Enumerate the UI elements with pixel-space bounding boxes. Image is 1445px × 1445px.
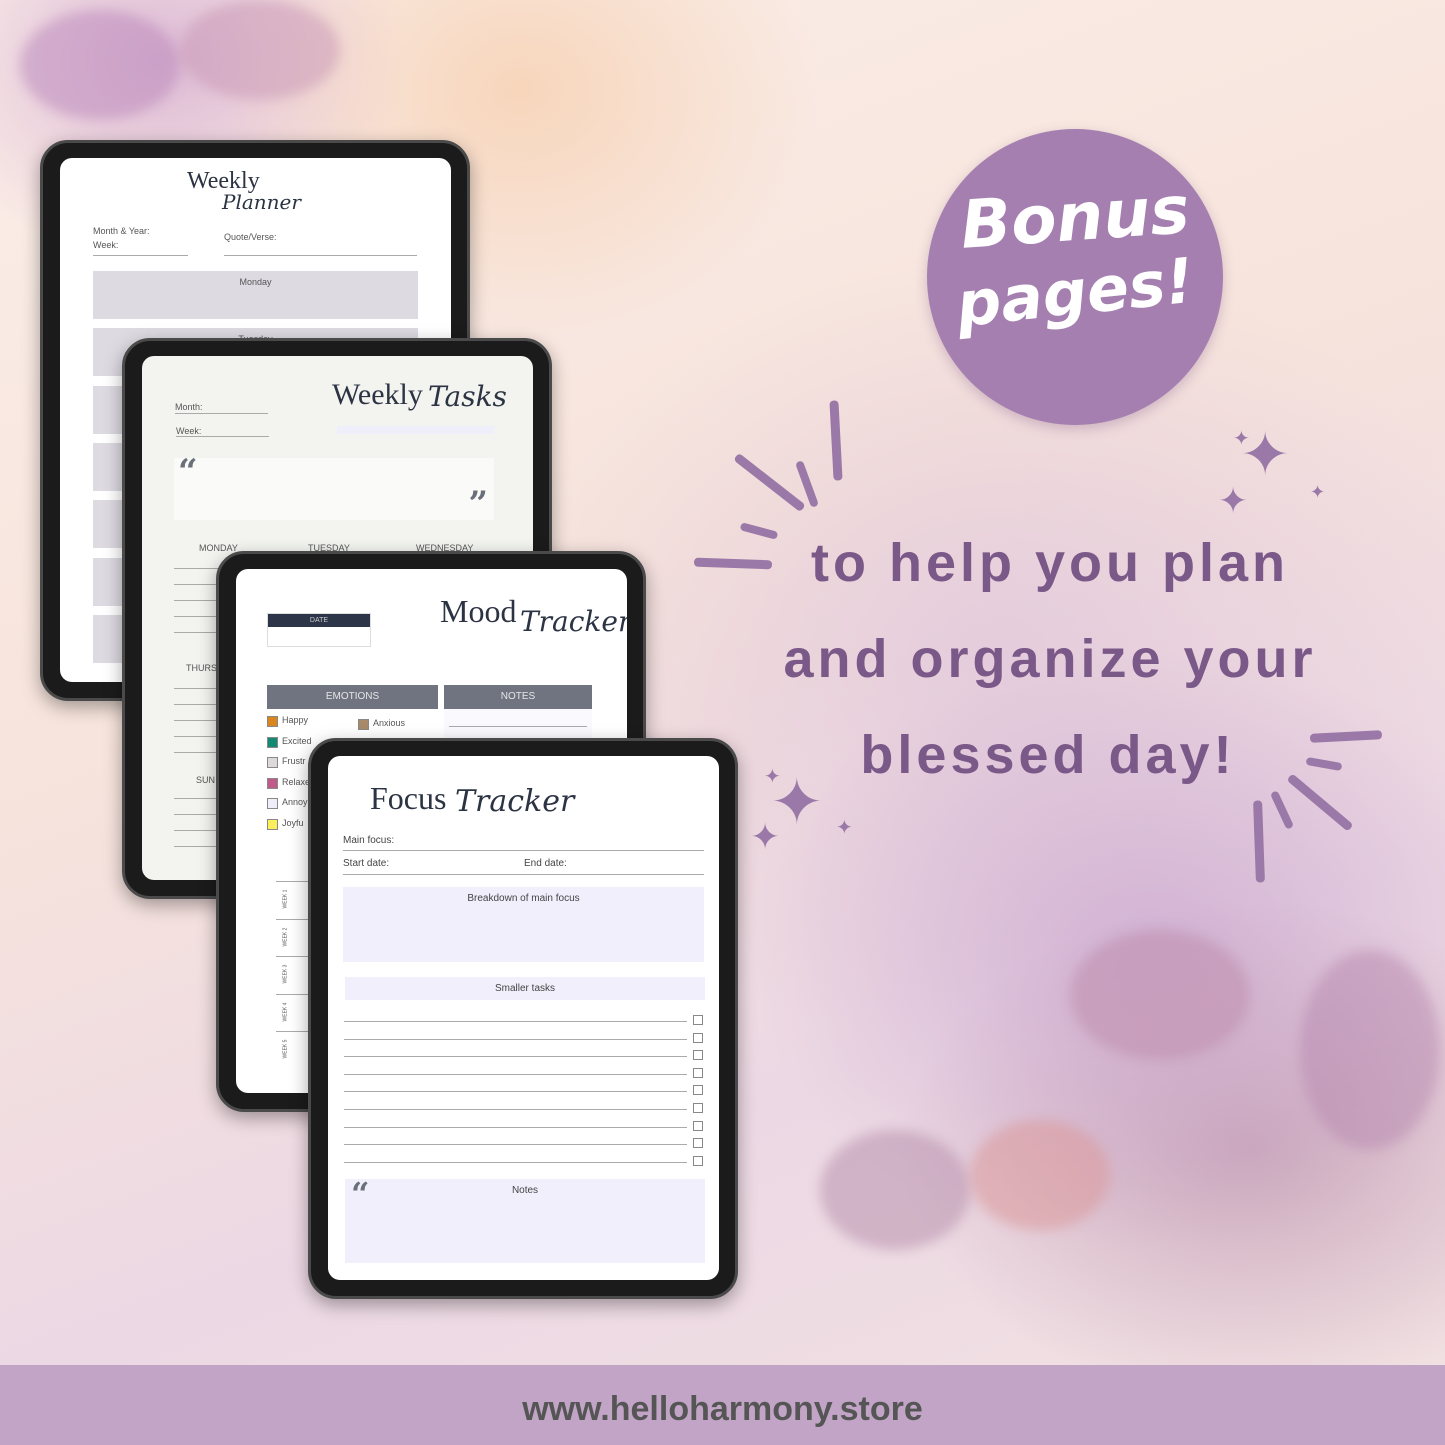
quote-label: Quote/Verse: bbox=[224, 232, 277, 242]
task-checkbox[interactable] bbox=[693, 1015, 703, 1025]
tablet-focus-tracker: Focus Tracker Main focus: Start date: En… bbox=[308, 738, 738, 1299]
week-label: WEEK 3 bbox=[282, 964, 289, 984]
open-quote-icon: “ bbox=[178, 452, 198, 492]
sparkle-icon: ✦ bbox=[836, 817, 853, 839]
emotion-label: Frustr bbox=[282, 756, 306, 766]
quote-icon: “ bbox=[351, 1175, 370, 1213]
notes-header: NOTES bbox=[444, 685, 592, 709]
task-checkbox[interactable] bbox=[693, 1050, 703, 1061]
flower-decoration bbox=[1300, 950, 1440, 1150]
emotion-label: Relaxe bbox=[282, 776, 311, 787]
emotion-label: Anxious bbox=[373, 718, 406, 728]
color-swatch bbox=[267, 818, 278, 830]
color-swatch bbox=[267, 736, 278, 748]
week-label: WEEK 4 bbox=[282, 1002, 289, 1021]
flower-decoration bbox=[20, 10, 180, 120]
title: Weekly bbox=[332, 378, 423, 411]
title-script: Tracker bbox=[520, 605, 627, 638]
headline-line-2: and organize your bbox=[783, 629, 1317, 689]
flower-decoration bbox=[970, 1120, 1110, 1230]
emotion-label: Excited bbox=[282, 735, 312, 746]
task-checkbox[interactable] bbox=[693, 1085, 703, 1096]
day-thursday: THURS bbox=[186, 663, 217, 673]
title-script: Tasks bbox=[428, 380, 507, 413]
color-swatch bbox=[267, 757, 278, 768]
color-swatch bbox=[267, 798, 278, 809]
main-focus-label: Main focus: bbox=[343, 835, 395, 846]
month-year-label: Month & Year: bbox=[93, 226, 150, 236]
date-box[interactable]: DATE bbox=[267, 613, 371, 647]
quote-box[interactable]: “ ” bbox=[174, 452, 494, 524]
color-swatch bbox=[267, 716, 278, 727]
title-script: Tracker bbox=[455, 784, 575, 819]
task-checkbox[interactable] bbox=[693, 1138, 703, 1149]
title: Focus bbox=[370, 780, 447, 816]
task-checkbox[interactable] bbox=[693, 1032, 703, 1043]
headline-line-3: blessed day! bbox=[860, 725, 1236, 785]
bonus-badge: Bonus pages! bbox=[927, 129, 1223, 425]
notes-label: Notes bbox=[511, 1185, 539, 1196]
color-swatch bbox=[267, 777, 278, 789]
end-date-label: End date: bbox=[524, 858, 567, 869]
month-label: Month: bbox=[175, 402, 203, 412]
week-label: Week: bbox=[176, 426, 202, 436]
start-date-label: Start date: bbox=[343, 858, 390, 869]
breakdown-box[interactable]: Breakdown of main focus bbox=[343, 887, 704, 962]
footer-band: www.helloharmony.store bbox=[0, 1365, 1445, 1445]
week-label: WEEK 2 bbox=[282, 927, 289, 946]
title-script: Planner bbox=[222, 190, 301, 214]
task-checkbox[interactable] bbox=[693, 1120, 703, 1131]
flower-decoration bbox=[820, 1130, 970, 1250]
flower-decoration bbox=[180, 0, 340, 100]
task-checkbox[interactable] bbox=[693, 1103, 703, 1113]
day-box-monday[interactable]: Monday bbox=[93, 271, 418, 319]
website-link[interactable]: www.helloharmony.store bbox=[522, 1390, 923, 1429]
title: Mood bbox=[440, 593, 517, 629]
color-swatch bbox=[358, 719, 369, 730]
sparkle-icon: ✦ bbox=[750, 816, 781, 857]
emotion-label: Happy bbox=[282, 715, 309, 725]
flower-decoration bbox=[1070, 930, 1250, 1060]
sparkle-icon: ✦ bbox=[1310, 482, 1326, 502]
task-checkbox[interactable] bbox=[693, 1155, 703, 1166]
sparkle-icon: ✦ bbox=[1218, 480, 1249, 521]
week-label: Week: bbox=[93, 240, 119, 250]
week-label: WEEK 5 bbox=[282, 1039, 289, 1059]
emotions-header: EMOTIONS bbox=[267, 685, 438, 709]
smaller-tasks-header: Smaller tasks bbox=[345, 977, 705, 1000]
emotion-label: Annoy bbox=[282, 797, 308, 807]
day-monday: MONDAY bbox=[199, 543, 238, 553]
sparkle-icon: ✦ bbox=[1233, 428, 1250, 450]
close-quote-icon: ” bbox=[468, 484, 488, 524]
week-label: WEEK 1 bbox=[282, 889, 289, 909]
day-sunday: SUN bbox=[196, 775, 216, 785]
headline-line-1: to help you plan bbox=[811, 533, 1289, 593]
task-checkbox[interactable] bbox=[693, 1067, 703, 1078]
emotion-label: Joyfu bbox=[282, 817, 304, 828]
notes-box[interactable]: “ Notes bbox=[345, 1175, 705, 1263]
